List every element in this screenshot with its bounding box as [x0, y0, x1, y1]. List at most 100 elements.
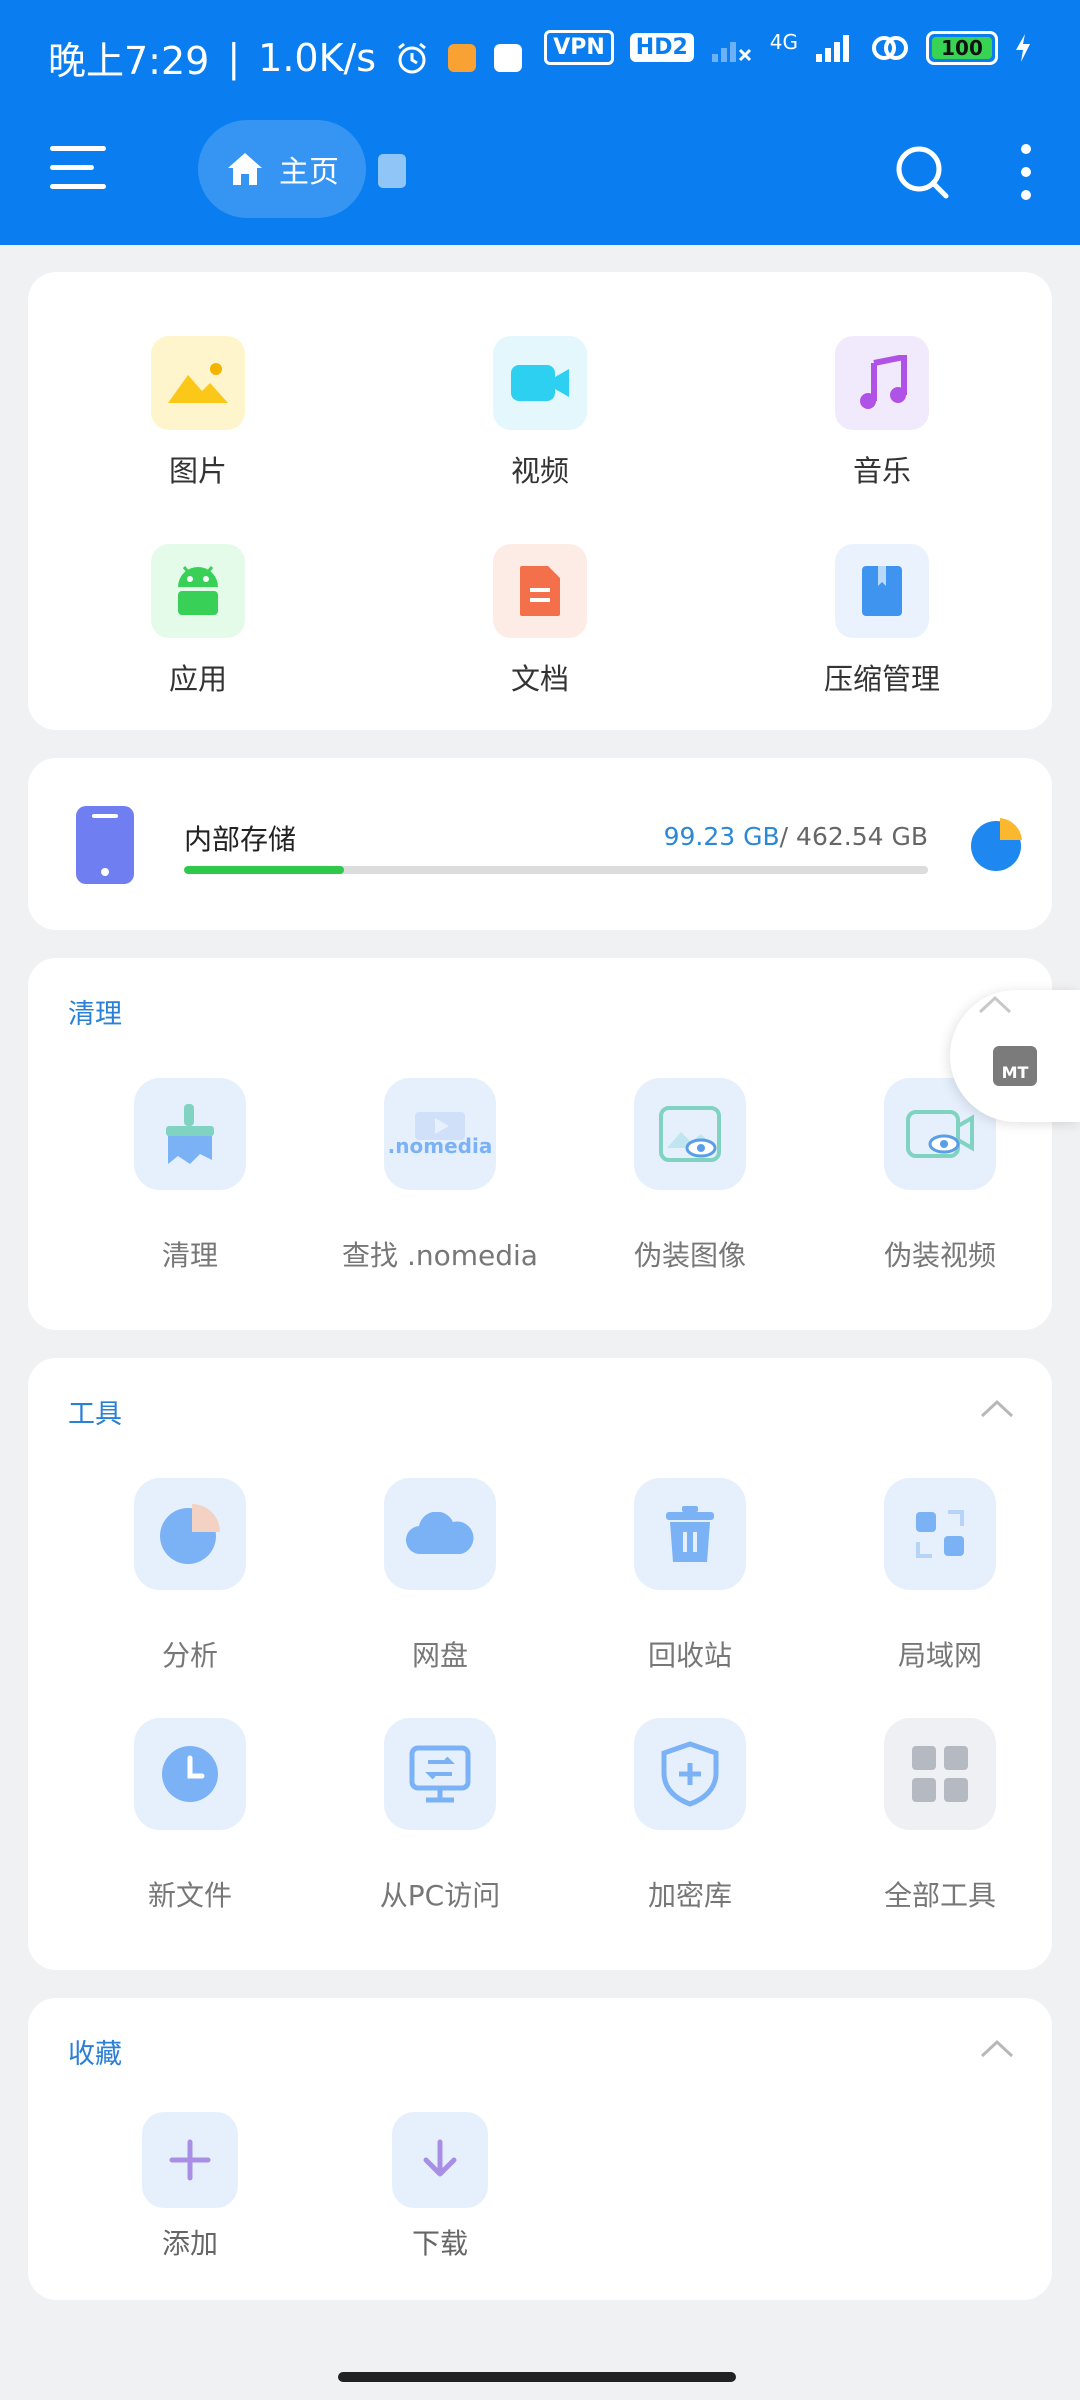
tool-find-nomedia[interactable]: .nomedia 查找 .nomedia — [330, 1078, 550, 1274]
disguise-video-icon — [906, 1110, 974, 1158]
nomedia-badge: .nomedia — [387, 1134, 493, 1158]
music-icon — [860, 355, 907, 409]
top-bar: 晚上7:29 | 1.0K/s VPN HD2 4G 100 主页 — [0, 0, 1080, 245]
hd-badge: HD2 — [629, 33, 694, 62]
clean-section-title: 清理 — [68, 999, 122, 1030]
category-videos[interactable]: 视频 — [440, 336, 640, 490]
category-label: 文档 — [510, 662, 569, 696]
tool-disguise-image[interactable]: 伪装图像 — [580, 1078, 800, 1274]
grid-icon — [912, 1746, 968, 1802]
status-bar: 晚上7:29 | 1.0K/s VPN HD2 4G 100 — [0, 0, 1080, 110]
shield-plus-icon — [661, 1741, 719, 1807]
home-tab[interactable]: 主页 — [198, 120, 366, 218]
tool-label: 清理 — [161, 1239, 218, 1272]
storage-title: 内部存储 — [184, 823, 297, 856]
plus-icon — [169, 2139, 211, 2181]
archive-icon — [862, 566, 902, 616]
home-indicator[interactable] — [338, 2372, 736, 2382]
category-label: 应用 — [168, 662, 227, 696]
tool-label: 局域网 — [897, 1639, 982, 1672]
tool-label: 下载 — [411, 2227, 468, 2260]
tools-section-title: 工具 — [68, 1399, 122, 1430]
notification-app-icon — [448, 43, 477, 72]
category-documents[interactable]: 文档 — [440, 544, 640, 698]
storage-separator: / — [779, 822, 789, 851]
tools-collapse-chevron-icon[interactable] — [980, 1398, 1014, 1418]
analysis-pie-icon — [160, 1504, 220, 1564]
status-divider: | — [227, 35, 241, 80]
tool-label: 回收站 — [647, 1639, 732, 1672]
clean-collapse-chevron-icon[interactable] — [978, 994, 1012, 1014]
image-icon — [168, 363, 228, 403]
storage-pie-icon[interactable] — [968, 816, 1024, 872]
clock-icon — [162, 1746, 218, 1802]
status-time: 晚上7:29 — [48, 39, 210, 83]
storage-progress-bar — [184, 866, 928, 874]
tool-label: 伪装视频 — [883, 1239, 996, 1272]
sd-card-icon[interactable] — [378, 154, 406, 188]
floating-label: MT — [1001, 1063, 1029, 1082]
category-music[interactable]: 音乐 — [782, 336, 982, 490]
category-apps[interactable]: 应用 — [98, 544, 298, 698]
menu-icon[interactable] — [50, 146, 106, 196]
more-options-icon[interactable] — [1018, 144, 1034, 200]
broom-icon — [166, 1104, 214, 1164]
mt-manager-icon: MT — [993, 1046, 1037, 1086]
trash-icon — [666, 1506, 714, 1562]
phone-icon — [76, 806, 134, 884]
floating-side-tab[interactable]: MT — [950, 990, 1080, 1122]
home-tab-label: 主页 — [279, 155, 339, 190]
category-label: 压缩管理 — [823, 662, 940, 696]
signal-weak-icon — [711, 41, 751, 62]
tool-lan[interactable]: 局域网 — [830, 1478, 1050, 1674]
tool-label: 查找 .nomedia — [342, 1239, 538, 1272]
category-images[interactable]: 图片 — [98, 336, 298, 490]
tool-label: 新文件 — [147, 1879, 232, 1912]
tool-label: 加密库 — [647, 1879, 732, 1912]
tool-label: 分析 — [161, 1639, 218, 1672]
favorite-add[interactable]: 添加 — [80, 2112, 300, 2262]
video-icon — [511, 365, 569, 401]
lan-icon — [916, 1510, 964, 1558]
storage-progress-fill — [184, 866, 344, 874]
favorite-download[interactable]: 下载 — [330, 2112, 550, 2262]
battery-level: 100 — [932, 36, 992, 60]
tool-all-tools[interactable]: 全部工具 — [830, 1718, 1050, 1914]
tool-cloud-drive[interactable]: 网盘 — [330, 1478, 550, 1674]
tool-new-files[interactable]: 新文件 — [80, 1718, 300, 1914]
favorites-section-title: 收藏 — [68, 2039, 122, 2070]
network-type: 4G — [769, 30, 798, 54]
favorites-collapse-chevron-icon[interactable] — [980, 2038, 1014, 2058]
internal-storage-card[interactable]: 内部存储 99.23 GB/ 462.54 GB — [28, 758, 1052, 930]
link-icon — [872, 35, 908, 60]
search-icon[interactable] — [894, 144, 950, 200]
alarm-icon — [398, 42, 427, 73]
battery-icon: 100 — [926, 30, 998, 65]
storage-size: 99.23 GB/ 462.54 GB — [664, 822, 928, 851]
document-icon — [520, 566, 560, 616]
category-label: 视频 — [510, 454, 569, 488]
tool-label: 全部工具 — [883, 1879, 996, 1912]
tool-recycle-bin[interactable]: 回收站 — [580, 1478, 800, 1674]
tool-clean[interactable]: 清理 — [80, 1078, 300, 1274]
notification-bot-icon — [494, 43, 523, 72]
favorites-card: 收藏 添加 下载 — [28, 1998, 1052, 2300]
android-icon — [178, 566, 218, 615]
tool-access-from-pc[interactable]: 从PC访问 — [330, 1718, 550, 1914]
storage-used: 99.23 GB — [663, 822, 780, 851]
tool-label: 网盘 — [411, 1639, 468, 1672]
tool-encrypted-vault[interactable]: 加密库 — [580, 1718, 800, 1914]
tools-card: 工具 分析 网盘 回收站 局域网 新文件 从PC访问 加密库 全部工具 — [28, 1358, 1052, 1970]
category-archives[interactable]: 压缩管理 — [782, 544, 982, 698]
signal-strong-icon — [816, 34, 849, 62]
storage-total: 462.54 GB — [796, 822, 928, 851]
app-bar: 主页 — [0, 110, 1080, 245]
tool-label: 从PC访问 — [379, 1879, 501, 1912]
pc-access-icon — [409, 1745, 471, 1803]
disguise-image-icon — [659, 1106, 721, 1162]
category-card: 图片 视频 音乐 应用 文档 压缩管理 — [28, 272, 1052, 730]
vpn-badge: VPN — [544, 30, 614, 65]
tool-analysis[interactable]: 分析 — [80, 1478, 300, 1674]
cloud-icon — [405, 1512, 474, 1555]
clean-card: 清理 清理 .nomedia 查找 .nomedia 伪装图像 伪装视频 — [28, 958, 1052, 1330]
